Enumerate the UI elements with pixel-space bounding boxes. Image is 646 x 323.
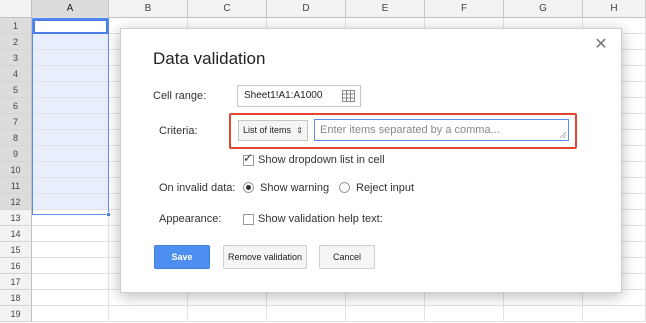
row-header[interactable]: 4 — [0, 66, 32, 82]
row-header[interactable]: 18 — [0, 290, 32, 306]
row-header[interactable]: 3 — [0, 50, 32, 66]
grid-cell[interactable] — [32, 178, 109, 194]
grid-cell[interactable] — [504, 306, 583, 322]
remove-validation-button[interactable]: Remove validation — [223, 245, 307, 269]
row-header[interactable]: 10 — [0, 162, 32, 178]
grid-cell[interactable] — [425, 306, 504, 322]
help-text-checkbox[interactable] — [243, 214, 254, 225]
save-button[interactable]: Save — [154, 245, 210, 269]
row-header[interactable]: 12 — [0, 194, 32, 210]
resize-grip-icon[interactable] — [559, 131, 567, 139]
appearance-label: Appearance: — [159, 213, 222, 225]
column-header[interactable]: A — [32, 0, 109, 18]
dialog-title: Data validation — [153, 49, 266, 68]
row-header[interactable]: 6 — [0, 98, 32, 114]
show-warning-radio[interactable] — [243, 182, 254, 193]
cell-range-value: Sheet1!A1:A1000 — [244, 90, 323, 101]
row-header[interactable]: 14 — [0, 226, 32, 242]
row-header[interactable]: 19 — [0, 306, 32, 322]
reject-input-radio[interactable] — [339, 182, 350, 193]
grid-cell[interactable] — [32, 290, 109, 306]
grid-cell[interactable] — [32, 194, 109, 210]
column-header[interactable]: D — [267, 0, 346, 18]
close-icon[interactable]: ✕ — [593, 37, 609, 53]
grid-row — [32, 306, 646, 322]
column-header[interactable]: H — [583, 0, 646, 18]
grid-cell[interactable] — [188, 306, 267, 322]
help-text-label: Show validation help text: — [258, 213, 383, 225]
grid-cell[interactable] — [267, 306, 346, 322]
on-invalid-label: On invalid data: — [159, 182, 236, 194]
grid-cell[interactable] — [32, 130, 109, 146]
grid-cell[interactable] — [583, 306, 646, 322]
criteria-items-input[interactable]: Enter items separated by a comma... — [314, 119, 569, 141]
grid-cell[interactable] — [32, 226, 109, 242]
row-header[interactable]: 16 — [0, 258, 32, 274]
cell-range-input[interactable]: Sheet1!A1:A1000 — [237, 85, 361, 107]
data-validation-dialog: Data validation ✕ Cell range: Sheet1!A1:… — [120, 28, 622, 293]
show-warning-label: Show warning — [260, 182, 330, 194]
select-arrows-icon: ⇕ — [296, 126, 303, 135]
sheet-corner[interactable] — [0, 0, 32, 18]
row-header[interactable]: 8 — [0, 130, 32, 146]
grid-cell[interactable] — [346, 306, 425, 322]
grid-cell[interactable] — [109, 306, 188, 322]
row-header[interactable]: 5 — [0, 82, 32, 98]
grid-cell[interactable] — [32, 162, 109, 178]
column-header[interactable]: C — [188, 0, 267, 18]
column-header[interactable]: F — [425, 0, 504, 18]
grid-cell[interactable] — [32, 18, 109, 34]
row-header[interactable]: 17 — [0, 274, 32, 290]
cancel-button[interactable]: Cancel — [319, 245, 375, 269]
radio-selected-dot — [246, 185, 251, 190]
column-headers: ABCDEFGH — [32, 0, 646, 18]
criteria-type-value: List of items — [243, 125, 292, 135]
grid-cell[interactable] — [32, 306, 109, 322]
grid-icon[interactable] — [342, 90, 355, 102]
row-header[interactable]: 13 — [0, 210, 32, 226]
show-dropdown-label: Show dropdown list in cell — [258, 154, 385, 166]
row-header[interactable]: 9 — [0, 146, 32, 162]
row-headers: 1 2 3 4 5 6 7 8 9 10 11 12 13 14 15 16 17 18 19 — [0, 18, 32, 322]
grid-cell[interactable] — [32, 242, 109, 258]
grid-cell[interactable] — [32, 34, 109, 50]
grid-cell[interactable] — [32, 50, 109, 66]
grid-cell[interactable] — [32, 274, 109, 290]
grid-cell[interactable] — [32, 258, 109, 274]
criteria-type-select[interactable]: List of items ⇕ — [238, 120, 308, 141]
checkmark-icon: ✓ — [243, 151, 254, 165]
column-header[interactable]: E — [346, 0, 425, 18]
criteria-input-placeholder: Enter items separated by a comma... — [320, 124, 500, 136]
grid-cell[interactable] — [32, 98, 109, 114]
row-header[interactable]: 7 — [0, 114, 32, 130]
criteria-label: Criteria: — [159, 125, 198, 137]
grid-cell[interactable] — [32, 114, 109, 130]
row-header[interactable]: 15 — [0, 242, 32, 258]
grid-cell[interactable] — [32, 146, 109, 162]
column-header[interactable]: B — [109, 0, 188, 18]
row-header[interactable]: 2 — [0, 34, 32, 50]
grid-cell[interactable] — [32, 66, 109, 82]
grid-cell[interactable] — [32, 82, 109, 98]
grid-cell[interactable] — [32, 210, 109, 226]
column-header[interactable]: G — [504, 0, 583, 18]
row-header[interactable]: 1 — [0, 18, 32, 34]
reject-input-label: Reject input — [356, 182, 415, 194]
row-header[interactable]: 11 — [0, 178, 32, 194]
show-dropdown-checkbox[interactable]: ✓ — [243, 151, 254, 166]
fill-handle[interactable] — [106, 212, 111, 217]
cell-range-label: Cell range: — [153, 90, 207, 102]
